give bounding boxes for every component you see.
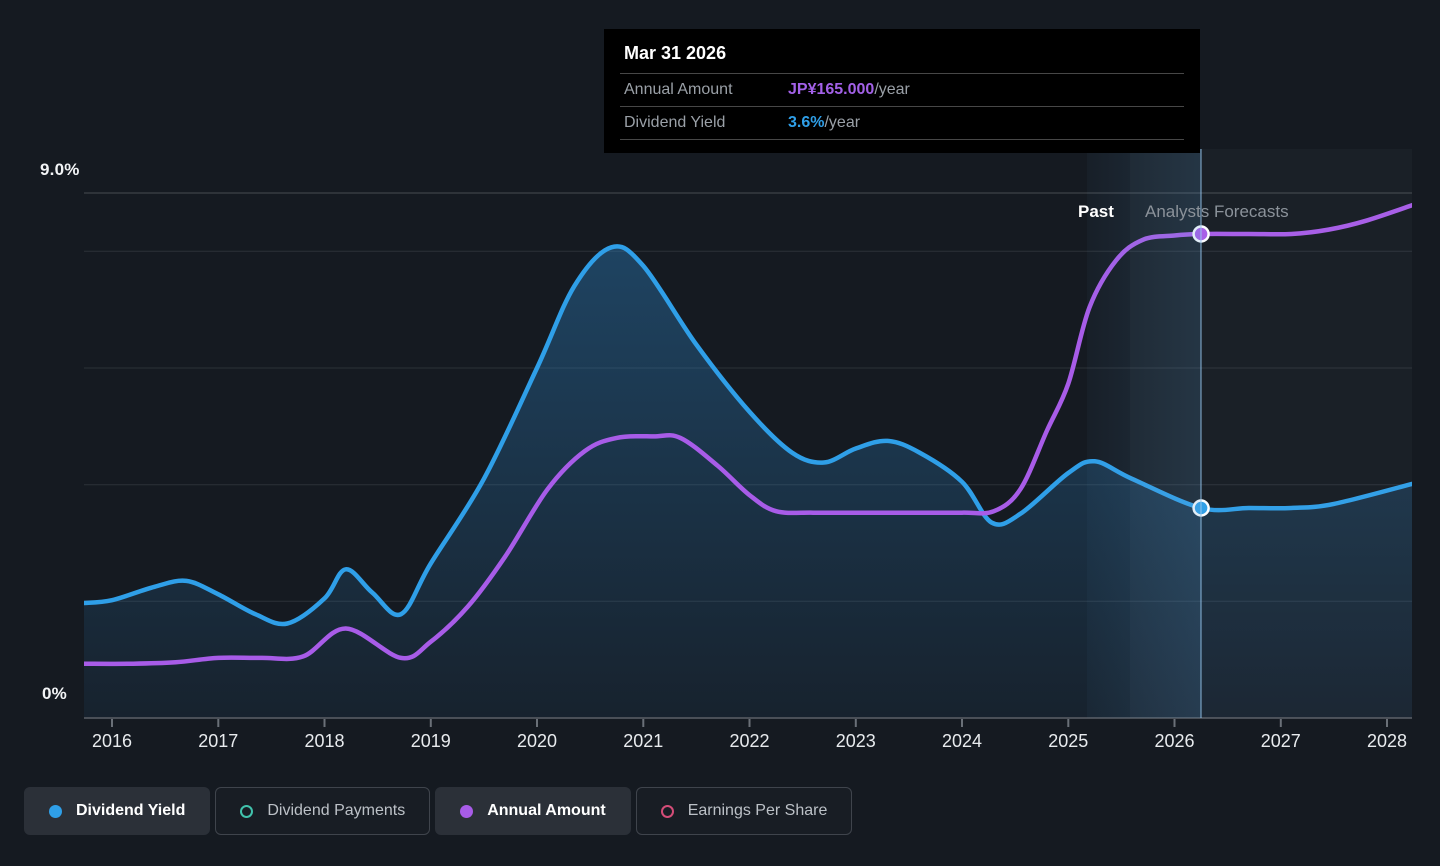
legend-filled-dot-icon [49, 805, 62, 818]
chart-tooltip: Mar 31 2026 Annual AmountJP¥165.000/year… [604, 29, 1200, 153]
legend-label: Dividend Yield [76, 802, 185, 820]
analysts-forecasts-label: Analysts Forecasts [1145, 202, 1289, 222]
x-axis-label: 2017 [198, 731, 238, 752]
tooltip-row-label: Annual Amount [624, 81, 788, 99]
tooltip-row-label: Dividend Yield [624, 114, 788, 132]
x-axis-label: 2027 [1261, 731, 1301, 752]
x-axis-label: 2024 [942, 731, 982, 752]
legend-label: Dividend Payments [267, 802, 405, 820]
tooltip-date-title: Mar 31 2026 [620, 29, 1184, 73]
dividend-yield-area-fill [83, 246, 1413, 718]
dividend-chart-page: 9.0% 0% Past Analysts Forecasts 2016 2017… [0, 0, 1440, 866]
x-axis-label: 2018 [304, 731, 344, 752]
x-axis-label: 2020 [517, 731, 557, 752]
y-axis-max-label: 9.0% [40, 160, 80, 180]
legend-button-dividend-yield[interactable]: Dividend Yield [24, 787, 210, 835]
legend-button-dividend-payments[interactable]: Dividend Payments [215, 787, 430, 835]
tooltip-row-suffix: /year [874, 81, 910, 99]
legend-outline-dot-icon [240, 805, 253, 818]
dividend-yield-marker [1194, 501, 1209, 516]
legend-button-earnings-per-share[interactable]: Earnings Per Share [636, 787, 853, 835]
annual-amount-marker [1194, 227, 1209, 242]
tooltip-row-suffix: /year [824, 114, 860, 132]
legend-button-annual-amount[interactable]: Annual Amount [435, 787, 631, 835]
x-axis-label: 2026 [1154, 731, 1194, 752]
x-axis-label: 2023 [836, 731, 876, 752]
chart-legend: Dividend Yield Dividend Payments Annual Am… [24, 787, 852, 835]
legend-filled-dot-icon [460, 805, 473, 818]
legend-label: Earnings Per Share [688, 802, 828, 820]
chart-area[interactable]: 9.0% 0% Past Analysts Forecasts 2016 2017… [0, 0, 1440, 780]
y-axis-min-label: 0% [42, 684, 67, 704]
past-label: Past [1078, 202, 1114, 222]
x-axis-label: 2016 [92, 731, 132, 752]
tooltip-rows: Annual AmountJP¥165.000/yearDividend Yie… [620, 73, 1184, 140]
tooltip-row: Annual AmountJP¥165.000/year [620, 73, 1184, 106]
legend-outline-dot-icon [661, 805, 674, 818]
tooltip-row-value: 3.6% [788, 114, 824, 132]
x-axis-label: 2025 [1048, 731, 1088, 752]
x-axis-label: 2022 [729, 731, 769, 752]
x-axis-label: 2021 [623, 731, 663, 752]
x-axis-label: 2019 [411, 731, 451, 752]
x-axis-label: 2028 [1367, 731, 1407, 752]
tooltip-row-value: JP¥165.000 [788, 81, 874, 99]
legend-label: Annual Amount [487, 802, 606, 820]
tooltip-row: Dividend Yield3.6%/year [620, 106, 1184, 140]
